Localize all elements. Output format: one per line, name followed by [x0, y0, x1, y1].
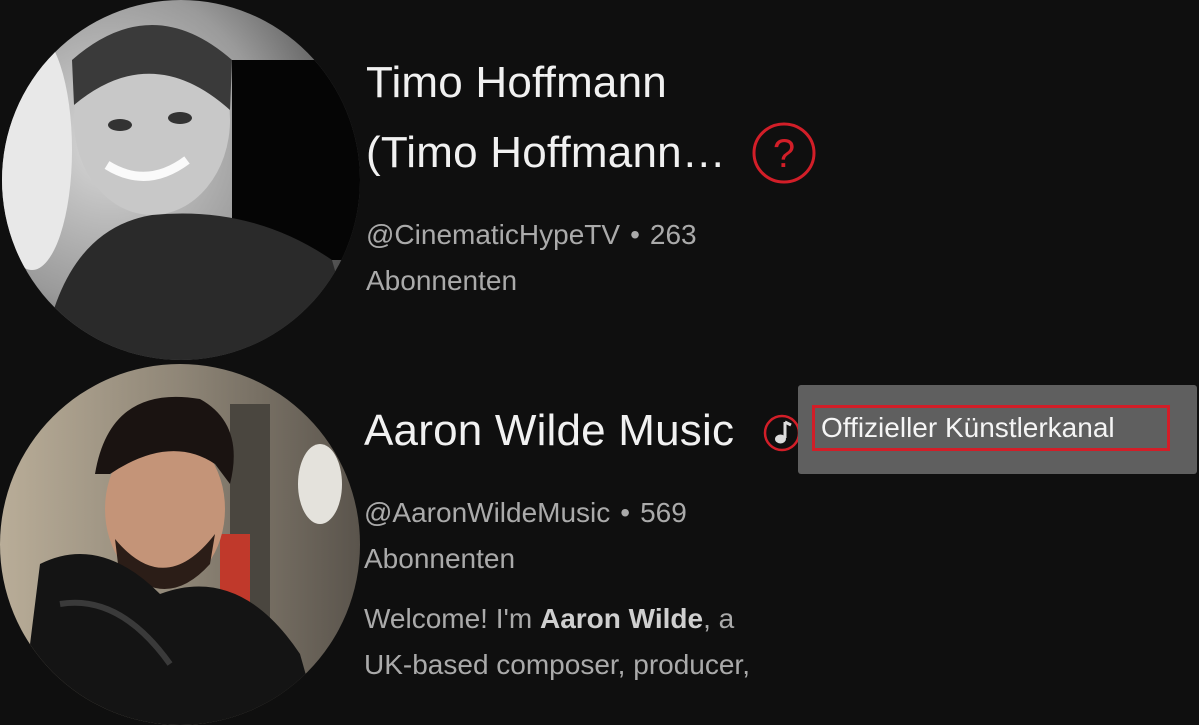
channel-title[interactable]: Aaron Wilde Music	[364, 407, 734, 454]
subscriber-count: 569	[640, 497, 687, 528]
description-line2: UK-based composer, producer,	[364, 649, 750, 680]
avatar-photo-color	[0, 364, 360, 725]
channel-meta: @AaronWildeMusic • 569 Abonnenten	[364, 490, 687, 582]
search-results: Timo Hoffmann (Timo Hoffmann… ? @Cinemat…	[0, 0, 1199, 725]
subscriber-label: Abonnenten	[364, 543, 516, 574]
channel-title-line1[interactable]: Timo Hoffmann	[366, 59, 667, 106]
music-note-icon	[763, 414, 801, 452]
channel-handle[interactable]: @CinematicHypeTV	[366, 219, 620, 250]
artist-channel-tooltip: Offizieller Künstlerkanal	[798, 385, 1197, 474]
channel-avatar-aaron-wilde[interactable]	[0, 364, 360, 725]
meta-separator: •	[630, 219, 640, 250]
subscriber-count: 263	[649, 219, 697, 250]
avatar-photo-grayscale	[2, 0, 360, 360]
channel-meta: @CinematicHypeTV • 263 Abonnenten	[366, 212, 697, 304]
description-suffix: , a	[703, 603, 735, 634]
svg-text:?: ?	[773, 132, 795, 176]
description-bold-name: Aaron Wilde	[539, 603, 704, 634]
channel-title-line2[interactable]: (Timo Hoffmann…	[366, 129, 726, 176]
channel-avatar-timo-hoffmann[interactable]	[2, 0, 360, 360]
description-prefix: Welcome! I'm	[364, 603, 540, 634]
subscriber-label: Abonnenten	[366, 265, 518, 296]
channel-handle[interactable]: @AaronWildeMusic	[364, 497, 610, 528]
channel-description: Welcome! I'm Aaron Wilde, a UK-based com…	[364, 596, 824, 688]
meta-separator: •	[620, 497, 631, 528]
question-mark-icon: ?	[752, 122, 816, 184]
tooltip-text: Offizieller Künstlerkanal	[812, 405, 1170, 451]
